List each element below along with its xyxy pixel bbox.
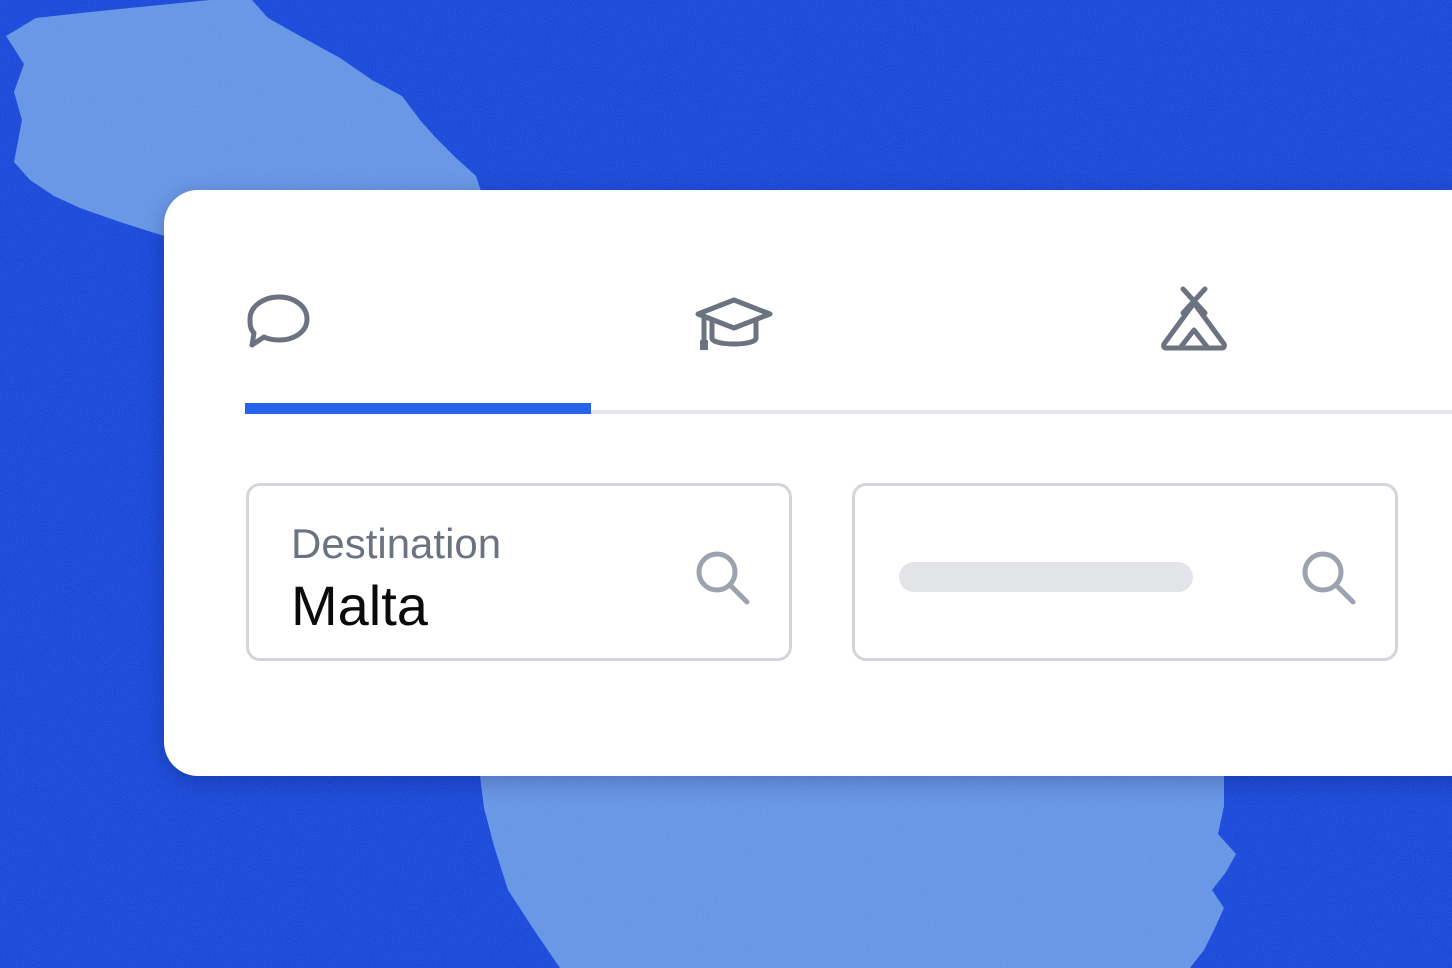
search-icon[interactable] [693, 548, 753, 608]
placeholder-bar [899, 562, 1193, 592]
tent-icon [1161, 286, 1227, 351]
graduation-cap-icon [695, 297, 773, 350]
tab-education[interactable] [590, 190, 1010, 416]
destination-value: Malta [291, 574, 428, 637]
destination-label: Destination [291, 520, 502, 567]
destination-search-field[interactable]: Destination Malta [246, 483, 792, 661]
chat-bubble-icon [247, 294, 310, 348]
tab-chat[interactable] [244, 190, 590, 416]
secondary-search-field[interactable] [852, 483, 1398, 661]
active-tab-indicator [245, 403, 591, 414]
search-icon[interactable] [1299, 548, 1359, 608]
tab-camping[interactable] [1010, 190, 1452, 416]
search-card: Destination Malta [164, 190, 1452, 776]
